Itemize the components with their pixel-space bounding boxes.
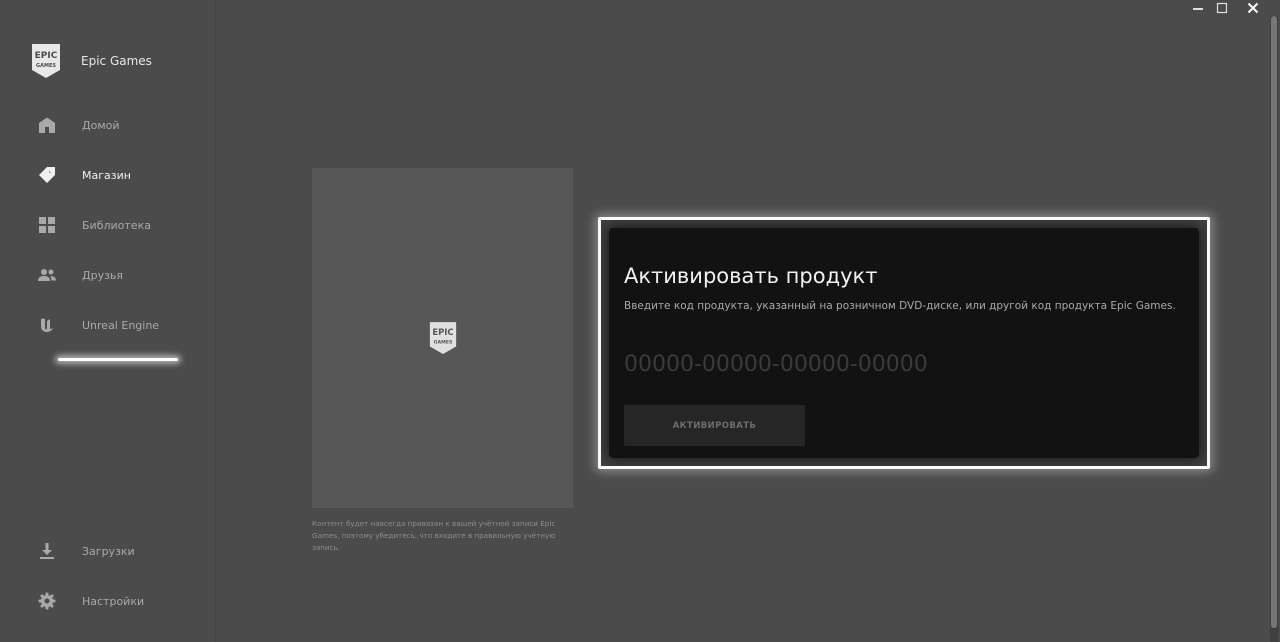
home-icon bbox=[37, 115, 57, 135]
brand-name: Epic Games bbox=[81, 54, 152, 68]
sidebar-item-unreal-engine[interactable]: Unreal Engine bbox=[37, 313, 159, 337]
activation-card: Активировать продукт Введите код продукт… bbox=[609, 228, 1199, 458]
grid-icon bbox=[37, 215, 57, 235]
sidebar-item-library[interactable]: Библиотека bbox=[37, 213, 151, 237]
gear-icon bbox=[37, 591, 57, 611]
sidebar-item-label: Магазин bbox=[82, 168, 131, 182]
svg-text:GAMES: GAMES bbox=[433, 340, 452, 346]
sidebar-item-label: Друзья bbox=[82, 268, 124, 282]
minimize-button[interactable] bbox=[1190, 0, 1206, 16]
svg-text:EPIC: EPIC bbox=[35, 51, 58, 61]
product-code-input[interactable] bbox=[622, 344, 1026, 384]
sidebar-item-label: Загрузки bbox=[82, 544, 135, 558]
download-icon bbox=[37, 541, 57, 561]
unreal-icon bbox=[37, 315, 57, 335]
activation-description: Введите код продукта, указанный на розни… bbox=[624, 300, 1176, 312]
activation-title: Активировать продукт bbox=[624, 264, 878, 288]
scrollbar[interactable] bbox=[1270, 16, 1278, 642]
sidebar-item-downloads[interactable]: Загрузки bbox=[37, 539, 135, 563]
sidebar-item-settings[interactable]: Настройки bbox=[37, 589, 144, 613]
activation-card-highlight: Активировать продукт Введите код продукт… bbox=[598, 217, 1210, 469]
minimize-icon bbox=[1193, 8, 1203, 10]
close-button[interactable] bbox=[1245, 0, 1261, 16]
sidebar-item-friends[interactable]: Друзья bbox=[37, 263, 123, 287]
sidebar: EPIC GAMES Epic Games Домой Магазин Библ… bbox=[0, 0, 216, 642]
product-image: EPIC GAMES bbox=[312, 168, 573, 508]
tag-icon bbox=[37, 165, 57, 185]
maximize-button[interactable] bbox=[1214, 0, 1230, 16]
scrollbar-thumb[interactable] bbox=[1271, 16, 1277, 628]
epic-launcher-window: EPIC GAMES Epic Games Домой Магазин Библ… bbox=[0, 0, 1280, 642]
account-disclaimer: Контент будет навсегда привязан к вашей … bbox=[312, 519, 556, 552]
highlight-underline bbox=[58, 358, 178, 361]
brand[interactable]: EPIC GAMES Epic Games bbox=[30, 43, 152, 79]
epic-games-logo: EPIC GAMES bbox=[429, 322, 456, 354]
activate-button[interactable]: АКТИВИРОВАТЬ bbox=[624, 405, 805, 446]
maximize-icon bbox=[1216, 2, 1228, 14]
sidebar-item-store[interactable]: Магазин bbox=[37, 163, 131, 187]
svg-text:GAMES: GAMES bbox=[36, 63, 56, 69]
epic-games-logo: EPIC GAMES bbox=[32, 44, 60, 78]
close-icon bbox=[1247, 2, 1259, 14]
sidebar-item-label: Домой bbox=[82, 118, 120, 132]
sidebar-item-home[interactable]: Домой bbox=[37, 113, 120, 137]
sidebar-item-label: Unreal Engine bbox=[82, 318, 160, 332]
svg-text:EPIC: EPIC bbox=[432, 327, 453, 337]
friends-icon bbox=[37, 265, 57, 285]
sidebar-item-label: Настройки bbox=[82, 594, 145, 608]
sidebar-item-label: Библиотека bbox=[82, 218, 151, 232]
